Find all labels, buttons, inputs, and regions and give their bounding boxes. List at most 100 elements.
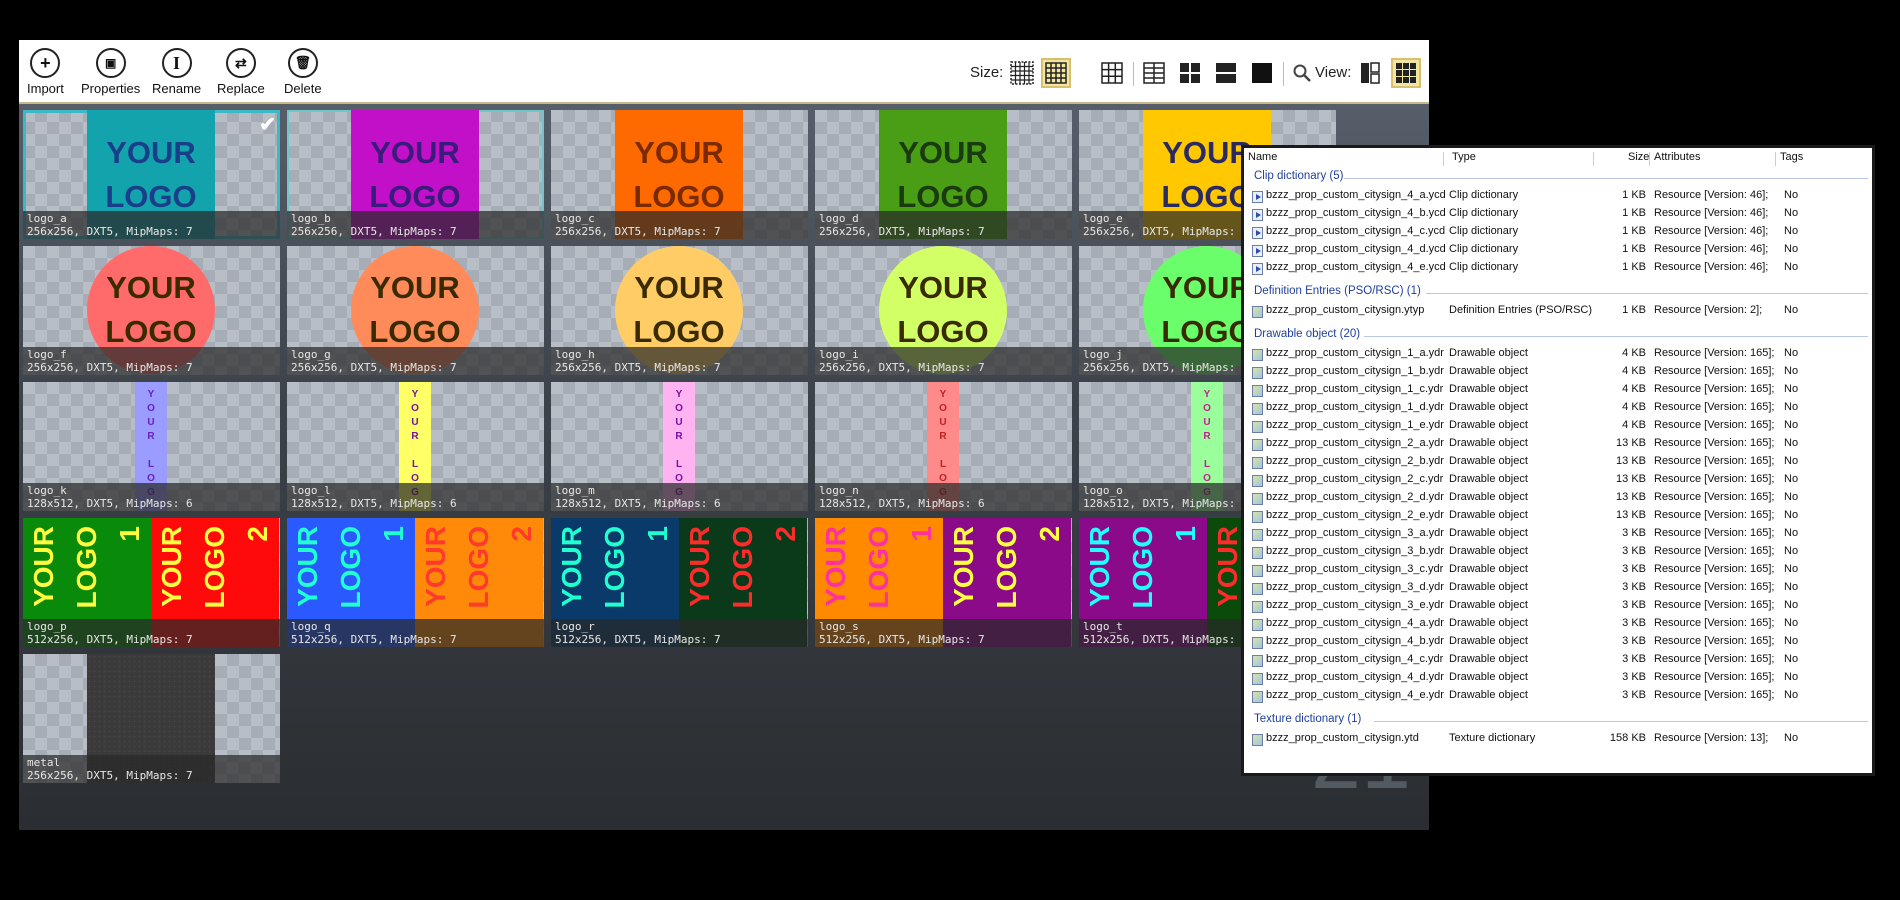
column-attributes[interactable]: Attributes: [1654, 151, 1700, 169]
file-row[interactable]: bzzz_prop_custom_citysign_3_b.ydr Drawabl…: [1244, 545, 1872, 563]
texture-name: logo_r: [555, 620, 595, 633]
group-header[interactable]: Definition Entries (PSO/RSC) (1): [1254, 285, 1421, 297]
texture-tile[interactable]: YOUR LOGlogo_m128x512, DXT5, MipMaps: 6: [551, 382, 808, 511]
texture-tile[interactable]: YOUR LOGO logo_c 256x256, DXT5, MipMaps: 7: [551, 110, 808, 239]
file-row[interactable]: bzzz_prop_custom_citysign_4_b.ydr Drawabl…: [1244, 635, 1872, 653]
file-row[interactable]: bzzz_prop_custom_citysign_4_a.ydr Drawabl…: [1244, 617, 1872, 635]
file-tags: No: [1784, 473, 1799, 485]
file-row[interactable]: bzzz_prop_custom_citysign_3_a.ydr Drawabl…: [1244, 527, 1872, 545]
column-size[interactable]: Size: [1628, 151, 1649, 169]
delete-button[interactable]: 🗑 Delete: [284, 48, 322, 96]
size-full-button[interactable]: [1249, 60, 1275, 86]
size-large-button[interactable]: [1141, 60, 1167, 86]
logo-word: YOUR: [898, 134, 988, 170]
file-row[interactable]: bzzz_prop_custom_citysign.ytd Texture dic…: [1244, 732, 1872, 750]
file-row[interactable]: bzzz_prop_custom_citysign_4_c.ycd Clip di…: [1244, 225, 1872, 243]
size-small-button[interactable]: [1041, 58, 1071, 88]
logo-letter: [678, 444, 681, 458]
texture-tile[interactable]: YOUR LOGO logo_f 256x256, DXT5, MipMaps: 7: [23, 246, 280, 375]
file-type: Drawable object: [1449, 671, 1528, 683]
file-size: 4 KB: [1622, 419, 1646, 431]
logo-word: YOUR: [28, 526, 60, 607]
file-row[interactable]: bzzz_prop_custom_citysign_4_a.ycd Clip di…: [1244, 189, 1872, 207]
texture-tile[interactable]: YOUR LOGO logo_g 256x256, DXT5, MipMaps: 7: [287, 246, 544, 375]
import-button[interactable]: + Import: [27, 48, 64, 96]
zoom-button[interactable]: [1289, 60, 1315, 86]
file-row[interactable]: bzzz_prop_custom_citysign_4_b.ycd Clip di…: [1244, 207, 1872, 225]
file-row[interactable]: bzzz_prop_custom_citysign_2_b.ydr Drawabl…: [1244, 455, 1872, 473]
logo-number: 2: [241, 526, 273, 542]
texture-info: 512x256, DXT5, MipMaps: 7: [27, 633, 193, 646]
file-size: 1 KB: [1622, 189, 1646, 201]
logo-letter: L: [411, 459, 419, 470]
texture-tile[interactable]: YOUR LOGO 1 YOUR LOGO 2 logo_p 512x256, DXT5, M…: [23, 518, 280, 647]
texture-tile[interactable]: YOUR LOGlogo_k128x512, DXT5, MipMaps: 6: [23, 382, 280, 511]
texture-tile[interactable]: YOUR LOGO 1 YOUR LOGO 2 logo_r 512x256, DXT5, M…: [551, 518, 808, 647]
logo-word: YOUR: [1162, 270, 1252, 305]
file-row[interactable]: bzzz_prop_custom_citysign_2_c.ydr Drawabl…: [1244, 473, 1872, 491]
file-row[interactable]: bzzz_prop_custom_citysign_2_e.ydr Drawabl…: [1244, 509, 1872, 527]
file-row[interactable]: bzzz_prop_custom_citysign.ytyp Definition…: [1244, 304, 1872, 322]
file-tags: No: [1784, 563, 1799, 575]
file-row[interactable]: bzzz_prop_custom_citysign_2_d.ydr Drawabl…: [1244, 491, 1872, 509]
file-name: bzzz_prop_custom_citysign_4_c.ydr: [1266, 653, 1444, 665]
group-header[interactable]: Texture dictionary (1): [1254, 713, 1361, 725]
texture-tile[interactable]: YOUR LOGO logo_a 256x256, DXT5, MipMaps: 7 ✔: [23, 110, 280, 239]
file-row[interactable]: bzzz_prop_custom_citysign_1_c.ydr Drawabl…: [1244, 383, 1872, 401]
file-size: 1 KB: [1622, 243, 1646, 255]
rename-button[interactable]: I Rename: [152, 48, 201, 96]
file-tags: No: [1784, 207, 1799, 219]
column-tags[interactable]: Tags: [1780, 151, 1803, 169]
file-row[interactable]: bzzz_prop_custom_citysign_4_c.ydr Drawabl…: [1244, 653, 1872, 671]
file-icon: [1252, 529, 1263, 541]
properties-button[interactable]: ▣ Properties: [81, 48, 140, 96]
texture-name: logo_k: [27, 484, 67, 497]
file-size: 13 KB: [1616, 437, 1646, 449]
size-xlarge-button[interactable]: [1177, 60, 1203, 86]
file-name: bzzz_prop_custom_citysign_2_e.ydr: [1266, 509, 1444, 521]
replace-button[interactable]: ⇄ Replace: [217, 48, 265, 96]
texture-tile[interactable]: YOUR LOGO 1 YOUR LOGO 2 logo_s 512x256, DXT5, M…: [815, 518, 1072, 647]
file-row[interactable]: bzzz_prop_custom_citysign_1_a.ydr Drawabl…: [1244, 347, 1872, 365]
grid-quad-icon: [1180, 63, 1200, 83]
logo-letter: [1206, 444, 1209, 458]
size-tiny-button[interactable]: [1009, 60, 1035, 86]
group-header[interactable]: Clip dictionary (5): [1254, 170, 1343, 182]
file-tags: No: [1784, 635, 1799, 647]
size-wide-button[interactable]: [1213, 60, 1239, 86]
texture-tile[interactable]: YOUR LOGO logo_h 256x256, DXT5, MipMaps: 7: [551, 246, 808, 375]
group-header[interactable]: Drawable object (20): [1254, 328, 1360, 340]
logo-word: YOUR: [820, 526, 852, 607]
tile-caption: logo_f 256x256, DXT5, MipMaps: 7: [23, 347, 280, 375]
column-type[interactable]: Type: [1452, 151, 1476, 169]
replace-icon: ⇄: [225, 48, 256, 78]
texture-tile[interactable]: YOUR LOGlogo_l128x512, DXT5, MipMaps: 6: [287, 382, 544, 511]
texture-tile[interactable]: YOUR LOGO logo_i 256x256, DXT5, MipMaps: 7: [815, 246, 1072, 375]
file-row[interactable]: bzzz_prop_custom_citysign_3_d.ydr Drawabl…: [1244, 581, 1872, 599]
file-name: bzzz_prop_custom_citysign_1_c.ydr: [1266, 383, 1444, 395]
file-row[interactable]: bzzz_prop_custom_citysign_1_d.ydr Drawabl…: [1244, 401, 1872, 419]
file-type: Clip dictionary: [1449, 243, 1519, 255]
texture-tile[interactable]: YOUR LOGlogo_n128x512, DXT5, MipMaps: 6: [815, 382, 1072, 511]
texture-tile[interactable]: YOUR LOGO logo_d 256x256, DXT5, MipMaps: 7: [815, 110, 1072, 239]
texture-tile[interactable]: metal 256x256, DXT5, MipMaps: 7: [23, 654, 280, 783]
texture-tile[interactable]: YOUR LOGO logo_b 256x256, DXT5, MipMaps: 7: [287, 110, 544, 239]
file-row[interactable]: bzzz_prop_custom_citysign_3_e.ydr Drawabl…: [1244, 599, 1872, 617]
texture-tile[interactable]: YOUR LOGO 1 YOUR LOGO 2 logo_q 512x256, DXT5, M…: [287, 518, 544, 647]
file-icon: [1252, 655, 1263, 667]
file-row[interactable]: bzzz_prop_custom_citysign_2_a.ydr Drawabl…: [1244, 437, 1872, 455]
file-row[interactable]: bzzz_prop_custom_citysign_4_d.ydr Drawabl…: [1244, 671, 1872, 689]
file-row[interactable]: bzzz_prop_custom_citysign_1_e.ydr Drawabl…: [1244, 419, 1872, 437]
file-row[interactable]: bzzz_prop_custom_citysign_4_d.ycd Clip di…: [1244, 243, 1872, 261]
file-row[interactable]: bzzz_prop_custom_citysign_1_b.ydr Drawabl…: [1244, 365, 1872, 383]
file-row[interactable]: bzzz_prop_custom_citysign_4_e.ydr Drawabl…: [1244, 689, 1872, 707]
column-name[interactable]: Name: [1248, 151, 1277, 169]
view-grid-button[interactable]: [1391, 58, 1421, 88]
file-icon: [1252, 583, 1263, 595]
file-row[interactable]: bzzz_prop_custom_citysign_4_e.ycd Clip di…: [1244, 261, 1872, 279]
view-list-button[interactable]: [1357, 60, 1383, 86]
tile-caption: metal 256x256, DXT5, MipMaps: 7: [23, 755, 280, 783]
file-row[interactable]: bzzz_prop_custom_citysign_3_c.ydr Drawabl…: [1244, 563, 1872, 581]
size-medium-button[interactable]: [1099, 60, 1125, 86]
file-icon: [1252, 601, 1263, 613]
